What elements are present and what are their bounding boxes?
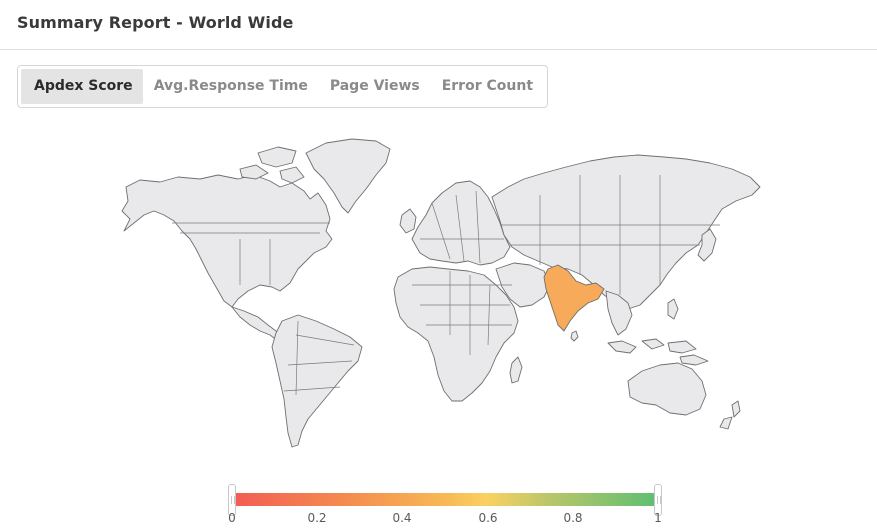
world-map [120, 135, 770, 455]
metric-tab-group: Apdex Score Avg.Response Time Page Views… [17, 65, 549, 108]
legend-tick-0-4: 0.4 [392, 511, 412, 525]
region-south-america[interactable] [271, 314, 363, 448]
region-indonesia[interactable] [607, 338, 709, 366]
region-africa[interactable] [393, 266, 519, 402]
region-uk[interactable] [399, 208, 417, 234]
legend-tick-0-8: 0.8 [563, 511, 583, 525]
region-australia[interactable] [627, 362, 707, 416]
legend-gradient-bar [232, 493, 658, 506]
tab-apdex-score[interactable]: Apdex Score [21, 69, 143, 104]
tab-error-count[interactable]: Error Count [431, 69, 544, 104]
region-sri-lanka[interactable] [570, 330, 579, 342]
world-map-svg [121, 138, 761, 448]
apdex-color-legend: 0 0.2 0.4 0.6 0.8 1 [224, 482, 668, 532]
region-madagascar[interactable] [509, 356, 523, 384]
tab-page-views[interactable]: Page Views [319, 69, 431, 104]
legend-tick-0: 0 [228, 511, 236, 525]
region-europe[interactable] [411, 180, 511, 266]
summary-report-panel: Summary Report - World Wide Apdex Score … [0, 0, 877, 532]
region-central-america[interactable] [231, 306, 283, 342]
page-title: Summary Report - World Wide [17, 13, 294, 32]
legend-tick-1: 1 [654, 511, 662, 525]
panel-header: Summary Report - World Wide [0, 0, 877, 50]
region-new-zealand[interactable] [719, 400, 741, 430]
region-north-america[interactable] [121, 174, 333, 308]
legend-tick-0-6: 0.6 [478, 511, 498, 525]
region-arctic-islands[interactable] [239, 146, 305, 184]
legend-tick-0-2: 0.2 [307, 511, 327, 525]
region-philippines[interactable] [667, 298, 679, 320]
tab-avg-response-time[interactable]: Avg.Response Time [143, 69, 319, 104]
